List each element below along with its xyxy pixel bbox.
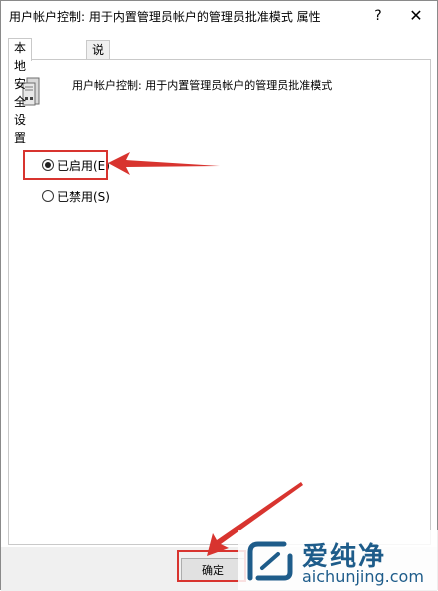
disabled-label: 已禁用(S) — [57, 189, 110, 204]
window-title: 用户帐户控制: 用于内置管理员帐户的管理员批准模式 属性 — [9, 10, 321, 24]
disabled-radio[interactable] — [42, 190, 54, 202]
annotation-highlight-enabled — [23, 150, 108, 180]
policy-title: 用户帐户控制: 用于内置管理员帐户的管理员批准模式 — [72, 79, 333, 92]
watermark-url: aichunjing.com — [302, 567, 424, 586]
tab-explain[interactable]: 说明 — [86, 40, 111, 75]
annotation-arrow-enabled — [108, 152, 220, 175]
watermark: 爱纯净 aichunjing.com — [238, 530, 438, 590]
settings-panel: 用户帐户控制: 用于内置管理员帐户的管理员批准模式 已启用(E) 已禁用(S) — [8, 59, 431, 545]
watermark-logo-icon — [247, 541, 293, 581]
title-bar: 用户帐户控制: 用于内置管理员帐户的管理员批准模式 属性 ? ✕ — [1, 1, 437, 31]
help-button[interactable]: ? — [361, 1, 395, 31]
tab-local-security-setting[interactable]: 本地安全设置 — [8, 38, 33, 145]
close-button[interactable]: ✕ — [399, 1, 433, 31]
disabled-option[interactable]: 已禁用(S) — [42, 188, 110, 204]
